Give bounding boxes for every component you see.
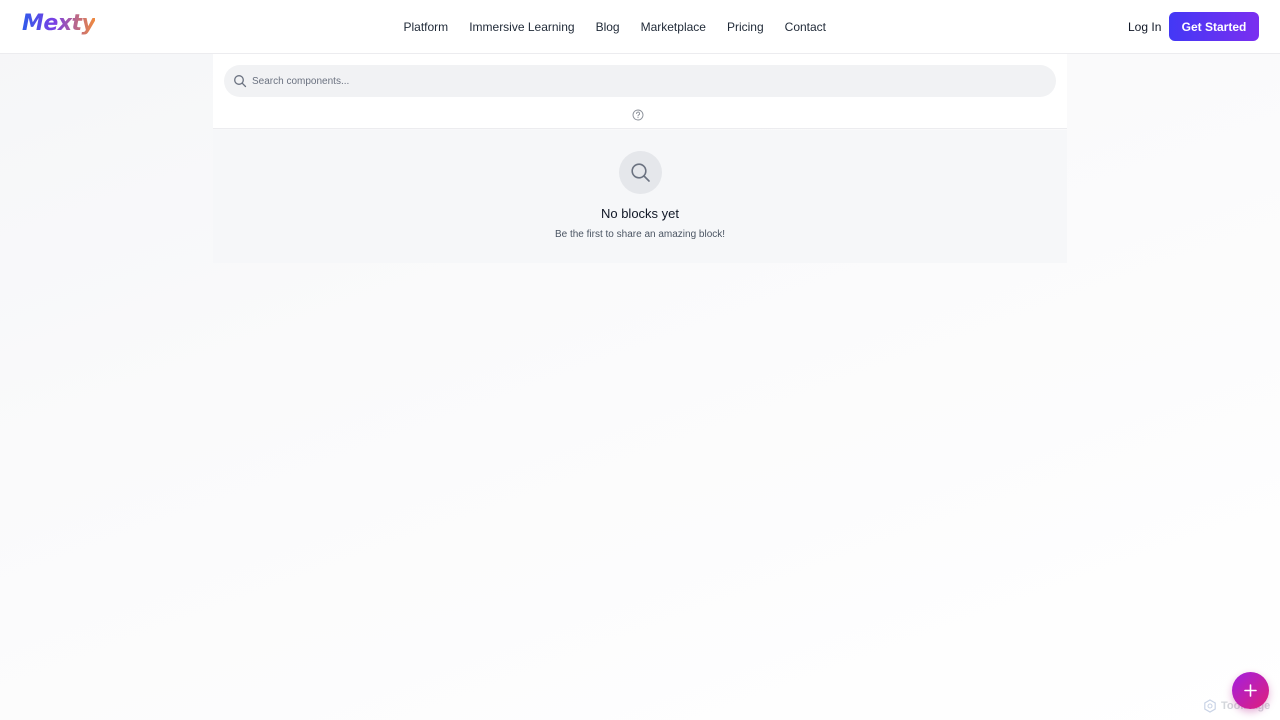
main-nav: Platform Immersive Learning Blog Marketp…	[393, 0, 837, 54]
search-panel	[213, 54, 1067, 129]
add-block-button[interactable]	[1232, 672, 1269, 709]
empty-state-title: No blocks yet	[600, 206, 680, 221]
search-bar	[224, 65, 1056, 97]
nav-pricing[interactable]: Pricing	[716, 20, 774, 34]
top-navbar: Mexty Platform Immersive Learning Blog M…	[0, 0, 1280, 54]
search-icon	[233, 74, 247, 88]
empty-state-icon-circle	[619, 151, 662, 194]
nav-contact[interactable]: Contact	[774, 20, 836, 34]
search-icon	[631, 163, 650, 182]
nav-blog[interactable]: Blog	[585, 20, 630, 34]
nav-immersive-learning[interactable]: Immersive Learning	[459, 20, 585, 34]
empty-state-subtitle: Be the first to share an amazing block!	[554, 229, 726, 240]
nav-platform[interactable]: Platform	[393, 20, 459, 34]
help-circle-icon[interactable]	[632, 108, 644, 121]
empty-state: No blocks yet Be the first to share an a…	[213, 130, 1067, 263]
plus-icon	[1244, 684, 1257, 697]
search-input[interactable]	[252, 65, 1042, 97]
get-started-button[interactable]: Get Started	[1169, 12, 1259, 41]
hexagon-logo-icon	[1204, 699, 1216, 713]
login-link[interactable]: Log In	[1118, 0, 1171, 54]
nav-marketplace[interactable]: Marketplace	[630, 20, 716, 34]
brand-logo[interactable]: Mexty	[22, 11, 96, 36]
